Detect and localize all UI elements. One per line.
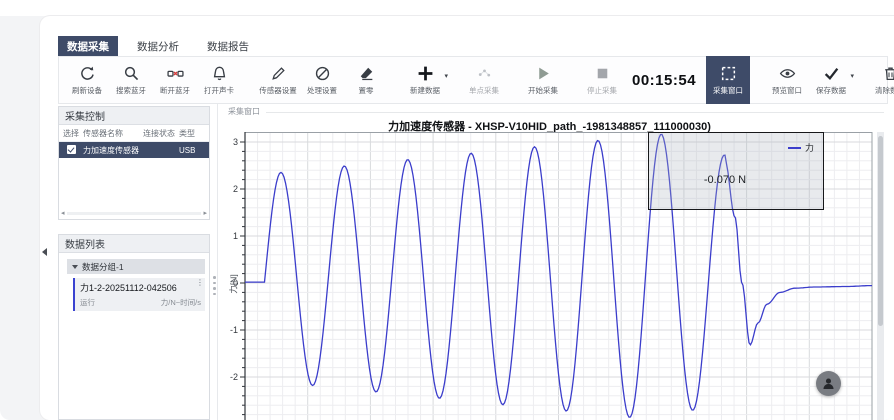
data-item-title: 力1-2-20251112-042506	[80, 281, 201, 294]
pen-icon	[270, 65, 287, 82]
y-axis-label: 力[N]	[228, 274, 240, 293]
svg-text:1: 1	[233, 231, 238, 241]
bell-icon	[211, 65, 228, 82]
slash-circle-icon	[314, 65, 331, 82]
dropdown-arrow-icon[interactable]: ▾	[444, 72, 448, 80]
app-window: 数据采集 数据分析 数据报告 刷新设备 搜索蓝牙 断开蓝牙 打开声卡 传感器设置…	[0, 0, 894, 420]
trash-icon	[882, 65, 894, 82]
new-data-button[interactable]: 新建数据 ▾	[403, 56, 447, 104]
collect-panel-hscrollbar[interactable]: ◂ ▸	[61, 209, 207, 217]
clear-data-button[interactable]: 清除数据	[868, 56, 894, 104]
legend-line-swatch	[788, 147, 801, 149]
svg-text:-2: -2	[230, 372, 238, 382]
sensor-checkbox[interactable]	[59, 145, 83, 156]
data-item-status: 运行	[80, 297, 95, 308]
chart-plot-area[interactable]: 3210-1-2 力[N] 力 -0.070 N	[225, 132, 874, 420]
refresh-icon	[79, 65, 96, 82]
chart-vscrollbar[interactable]	[877, 132, 884, 420]
data-group-label: 数据分组-1	[82, 261, 124, 273]
bt-disconnect-icon	[167, 65, 184, 82]
dropdown-arrow-icon[interactable]: ▾	[851, 72, 855, 80]
tab-data-report[interactable]: 数据报告	[198, 36, 258, 57]
value-annotation: -0.070 N	[660, 174, 790, 186]
col-sensor-name: 传感器名称	[83, 128, 139, 139]
collect-control-title: 采集控制	[59, 107, 209, 125]
sensor-name: 力加速度传感器	[83, 145, 139, 156]
scroll-left-icon[interactable]: ◂	[61, 209, 65, 217]
point-sample-button[interactable]: 单点采集	[462, 56, 506, 104]
process-settings-button[interactable]: 处理设置	[300, 56, 344, 104]
collect-control-panel: 采集控制 选择 传感器名称 连接状态 类型 力加速度传感器 USB ◂ ▸	[58, 106, 210, 220]
data-list-panel: 数据列表 数据分组-1 力1-2-20251112-042506 运行 力/N~…	[58, 234, 210, 420]
svg-text:-1: -1	[230, 325, 238, 335]
data-item-axes: 力/N~时间/s	[161, 297, 201, 308]
sidebar-divider	[217, 104, 218, 420]
scroll-right-icon[interactable]: ▸	[203, 209, 207, 217]
chart-pane-caption: 采集窗口	[228, 106, 260, 117]
preview-window-button[interactable]: 预览窗口	[765, 56, 809, 104]
dots-icon	[476, 65, 493, 82]
refresh-device-button[interactable]: 刷新设备	[65, 56, 109, 104]
stop-collect-button[interactable]: 停止采集	[580, 56, 624, 104]
item-menu-icon[interactable]: ⋮	[196, 281, 204, 284]
toolbar: 刷新设备 搜索蓝牙 断开蓝牙 打开声卡 传感器设置 处理设置 置零 新建数据 ▾…	[58, 56, 888, 104]
data-item[interactable]: 力1-2-20251112-042506 运行 力/N~时间/s ⋮	[73, 278, 205, 311]
svg-text:2: 2	[233, 184, 238, 194]
col-select: 选择	[59, 128, 83, 139]
chevron-down-icon	[72, 265, 78, 269]
person-icon	[821, 376, 836, 391]
magnifier-icon	[123, 65, 140, 82]
start-collect-button[interactable]: 开始采集	[521, 56, 565, 104]
data-group-row[interactable]: 数据分组-1	[67, 259, 205, 274]
tab-data-analysis[interactable]: 数据分析	[128, 36, 188, 57]
save-data-button[interactable]: 保存数据 ▾	[809, 56, 853, 104]
dashed-square-icon	[720, 65, 737, 82]
col-type: 类型	[179, 128, 205, 139]
eye-icon	[779, 65, 796, 82]
sensor-settings-button[interactable]: 传感器设置	[256, 56, 300, 104]
pane-divider-line	[266, 112, 884, 113]
zero-button[interactable]: 置零	[344, 56, 388, 104]
sensor-table-header: 选择 传感器名称 连接状态 类型	[59, 125, 209, 142]
open-soundcard-button[interactable]: 打开声卡	[197, 56, 241, 104]
svg-text:3: 3	[233, 137, 238, 147]
divider-drag-handle[interactable]	[213, 276, 216, 295]
data-list-title: 数据列表	[59, 235, 209, 253]
chart-legend: 力	[788, 141, 814, 154]
plus-icon	[417, 65, 434, 82]
tab-data-collect[interactable]: 数据采集	[58, 36, 118, 57]
checkbox-check-icon	[67, 145, 76, 154]
check-icon	[823, 65, 840, 82]
eraser-icon	[358, 65, 375, 82]
search-bluetooth-button[interactable]: 搜索蓝牙	[109, 56, 153, 104]
stop-icon	[594, 65, 611, 82]
sensor-row[interactable]: 力加速度传感器 USB	[59, 142, 209, 158]
sidebar-collapse-arrow-icon[interactable]	[42, 248, 47, 256]
disconnect-bluetooth-button[interactable]: 断开蓝牙	[153, 56, 197, 104]
main-tabs: 数据采集 数据分析 数据报告	[58, 36, 258, 57]
legend-series-label: 力	[805, 141, 814, 154]
col-conn-status: 连接状态	[139, 128, 179, 139]
sensor-type: USB	[179, 146, 205, 155]
collect-window-button[interactable]: 采集窗口	[706, 56, 750, 104]
vscroll-thumb[interactable]	[878, 136, 883, 326]
user-floating-button[interactable]	[816, 371, 841, 396]
play-icon	[535, 65, 552, 82]
timer-display: 00:15:54	[632, 72, 696, 89]
